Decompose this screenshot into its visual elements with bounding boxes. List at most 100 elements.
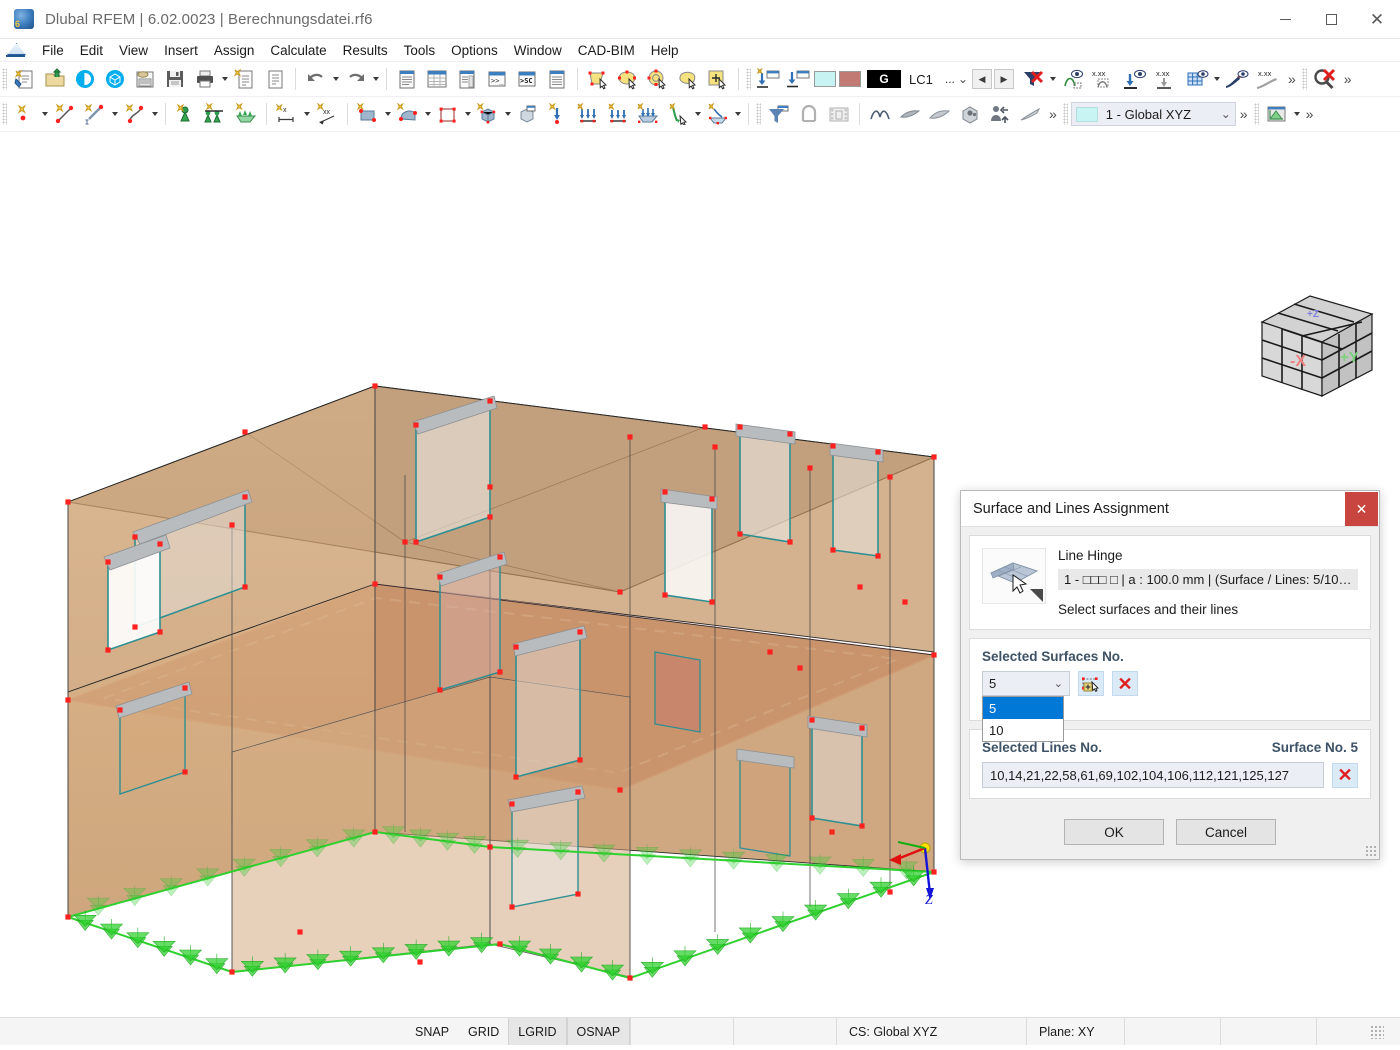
toolbar-overflow-2[interactable]: » (1045, 106, 1061, 122)
new-model-icon[interactable] (10, 64, 40, 94)
new-free-load-icon[interactable] (663, 99, 693, 129)
pick-surface-icon[interactable] (1078, 671, 1104, 696)
menu-help[interactable]: Help (643, 41, 687, 60)
show-result-icon[interactable] (1222, 64, 1252, 94)
undo-icon[interactable] (301, 64, 331, 94)
render-caret-icon[interactable] (1293, 112, 1300, 116)
delete-surface-button[interactable]: ✕ (1112, 671, 1138, 696)
toolbar-overflow-2c[interactable]: » (1302, 106, 1318, 122)
filter-caret-icon[interactable] (1049, 77, 1056, 81)
menu-edit[interactable]: Edit (72, 41, 111, 60)
menu-results[interactable]: Results (335, 41, 396, 60)
dim-caret-icon[interactable] (304, 112, 310, 116)
toolbar-grip[interactable] (1301, 68, 1307, 90)
status-toggle-snap[interactable]: SNAP (405, 1018, 458, 1045)
solid-view-icon[interactable] (955, 99, 985, 129)
new-polyline-icon[interactable] (120, 99, 150, 129)
new-line-icon[interactable] (50, 99, 80, 129)
toolbar-grip[interactable] (746, 68, 751, 90)
wedge-icon[interactable] (1015, 99, 1045, 129)
new-report-icon[interactable] (230, 64, 260, 94)
dialog-close-button[interactable]: ✕ (1345, 492, 1378, 526)
load-apply-icon[interactable] (784, 64, 814, 94)
film-strip-icon[interactable] (824, 99, 854, 129)
ok-button[interactable]: OK (1064, 819, 1164, 845)
menu-view[interactable]: View (111, 41, 156, 60)
model-viewport[interactable]: Z -X +Y +Z Y X Z (0, 132, 1400, 1017)
frame-generator-icon[interactable] (794, 99, 824, 129)
slab-icon[interactable] (895, 99, 925, 129)
show-support-icon[interactable] (1120, 64, 1150, 94)
color-swatch-1[interactable] (814, 71, 836, 87)
nav-next-icon[interactable]: ▶ (993, 69, 1014, 89)
save-icon[interactable] (160, 64, 190, 94)
status-toggle-osnap[interactable]: OSNAP (566, 1018, 631, 1045)
menu-assign[interactable]: Assign (206, 41, 263, 60)
status-toggle-lgrid[interactable]: LGRID (508, 1018, 567, 1045)
navigator-icon[interactable] (392, 64, 422, 94)
script-icon[interactable]: >SC (512, 64, 542, 94)
status-resize-grip[interactable] (1316, 1018, 1400, 1045)
surface-caret-icon[interactable] (385, 112, 391, 116)
value-support-icon[interactable]: x.xx (1150, 64, 1182, 94)
grid-display-icon[interactable] (1182, 64, 1212, 94)
menu-options[interactable]: Options (443, 41, 506, 60)
toolbar-overflow-2b[interactable]: » (1236, 106, 1252, 122)
polyline-caret-icon[interactable] (152, 112, 158, 116)
new-line-load-icon[interactable] (573, 99, 603, 129)
new-line-support-icon[interactable] (201, 99, 231, 129)
table-icon[interactable] (422, 64, 452, 94)
new-imperfection-icon[interactable] (703, 99, 733, 129)
node-caret-icon[interactable] (42, 112, 48, 116)
new-nodal-load-icon[interactable] (543, 99, 573, 129)
zoom-clear-icon[interactable] (1310, 64, 1340, 94)
new-curved-surface-icon[interactable] (393, 99, 423, 129)
curved-caret-icon[interactable] (425, 112, 431, 116)
load-case-label[interactable]: LC1 (901, 72, 941, 87)
shell-icon[interactable] (925, 99, 955, 129)
color-swatch-2[interactable] (839, 71, 861, 87)
menu-cad-bim[interactable]: CAD-BIM (570, 41, 643, 60)
menu-file[interactable]: File (34, 41, 72, 60)
model-cloud-icon[interactable] (100, 64, 130, 94)
report-icon[interactable] (260, 64, 290, 94)
toolbar-overflow-1b[interactable]: » (1340, 71, 1356, 87)
new-solid-icon[interactable] (473, 99, 503, 129)
toolbar-grip[interactable] (2, 103, 7, 125)
undo-caret-icon[interactable] (333, 77, 339, 81)
toolbar-grip[interactable] (1253, 103, 1259, 125)
opening-caret-icon[interactable] (465, 112, 471, 116)
print-caret-icon[interactable] (222, 77, 228, 81)
toolbar-grip[interactable] (756, 103, 761, 125)
surface-option-5[interactable]: 5 (983, 697, 1063, 719)
person-import-icon[interactable] (985, 99, 1015, 129)
console-icon[interactable]: >>_ (482, 64, 512, 94)
select-box-icon[interactable] (703, 64, 733, 94)
surface-combo-dropdown[interactable]: 5 10 (982, 696, 1064, 742)
toolbar-grip[interactable] (2, 68, 7, 90)
menu-window[interactable]: Window (506, 41, 570, 60)
new-surface-icon[interactable] (353, 99, 383, 129)
resize-grip[interactable] (1365, 845, 1376, 856)
toolbar-overflow-1[interactable]: » (1284, 71, 1300, 87)
dimension-x-icon[interactable]: x (272, 99, 302, 129)
line-dim-caret-icon[interactable] (112, 112, 118, 116)
selected-lines-input[interactable]: 10,14,21,22,58,61,69,102,104,106,112,121… (982, 762, 1324, 788)
grid-caret-icon[interactable] (1213, 77, 1220, 81)
list-panel-icon[interactable] (452, 64, 482, 94)
save-as-icon[interactable] (130, 64, 160, 94)
new-surface-support-icon[interactable] (231, 99, 261, 129)
maximize-button[interactable] (1308, 0, 1354, 39)
new-node-icon[interactable] (10, 99, 40, 129)
surface-option-10[interactable]: 10 (983, 719, 1063, 741)
filter-icon[interactable] (764, 99, 794, 129)
new-member-load-icon[interactable] (603, 99, 633, 129)
coordinate-system-combo[interactable]: 1 - Global XYZ ⌄ (1070, 102, 1236, 126)
new-line-dim-icon[interactable] (80, 99, 110, 129)
select-surface-icon[interactable] (583, 64, 613, 94)
navigation-cube[interactable]: -X +Y +Z (1250, 290, 1382, 408)
select-objects-icon[interactable] (613, 64, 643, 94)
surface-combo[interactable]: 5 ⌄ (982, 671, 1070, 696)
surface-lines-assignment-dialog[interactable]: Surface and Lines Assignment ✕ Line Hing… (960, 490, 1380, 860)
menu-insert[interactable]: Insert (156, 41, 206, 60)
